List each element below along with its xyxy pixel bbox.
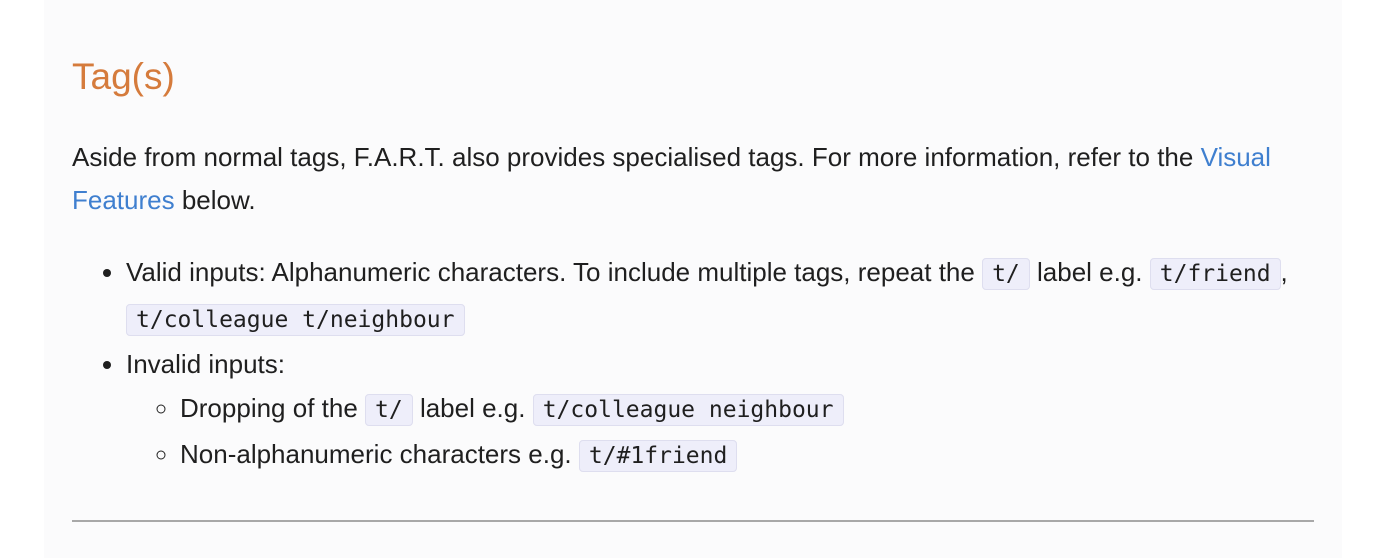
dropping-label-text: label e.g. [412, 393, 533, 423]
invalid-inputs-label: Invalid inputs: [126, 349, 285, 379]
example-separator: , [1280, 257, 1288, 287]
valid-inputs-label-text: label e.g. [1029, 257, 1150, 287]
non-alphanumeric-text: Non-alphanumeric characters e.g. [180, 439, 579, 469]
sublist-item-dropping-label: Dropping of the t/ label e.g. t/colleagu… [180, 386, 1338, 432]
invalid-inputs-sublist: Dropping of the t/ label e.g. t/colleagu… [126, 386, 1338, 478]
example-code-non-alphanumeric: t/#1friend [578, 440, 738, 472]
example-code-dropped-prefix: t/colleague neighbour [532, 394, 844, 426]
list-item-invalid-inputs: Invalid inputs: Dropping of the t/ label… [126, 342, 1338, 478]
intro-text-end: below. [174, 185, 256, 215]
input-rules-list: Valid inputs: Alphanumeric characters. T… [72, 250, 1338, 478]
tag-prefix-code: t/ [365, 394, 413, 426]
example-code-colleague-neighbour: t/colleague t/neighbour [126, 304, 465, 336]
dropping-text: Dropping of the [180, 393, 366, 423]
intro-text: Aside from normal tags, F.A.R.T. also pr… [72, 142, 1201, 172]
section-divider [72, 520, 1314, 522]
section-heading: Tag(s) [72, 56, 175, 97]
example-code-friend: t/friend [1149, 258, 1281, 290]
sublist-item-non-alphanumeric: Non-alphanumeric characters e.g. t/#1fri… [180, 432, 1338, 478]
valid-inputs-text: Valid inputs: Alphanumeric characters. T… [126, 257, 983, 287]
tag-prefix-code: t/ [982, 258, 1030, 290]
intro-paragraph: Aside from normal tags, F.A.R.T. also pr… [72, 136, 1302, 222]
list-item-valid-inputs: Valid inputs: Alphanumeric characters. T… [126, 250, 1338, 342]
content-panel: Tag(s) Aside from normal tags, F.A.R.T. … [44, 0, 1342, 558]
